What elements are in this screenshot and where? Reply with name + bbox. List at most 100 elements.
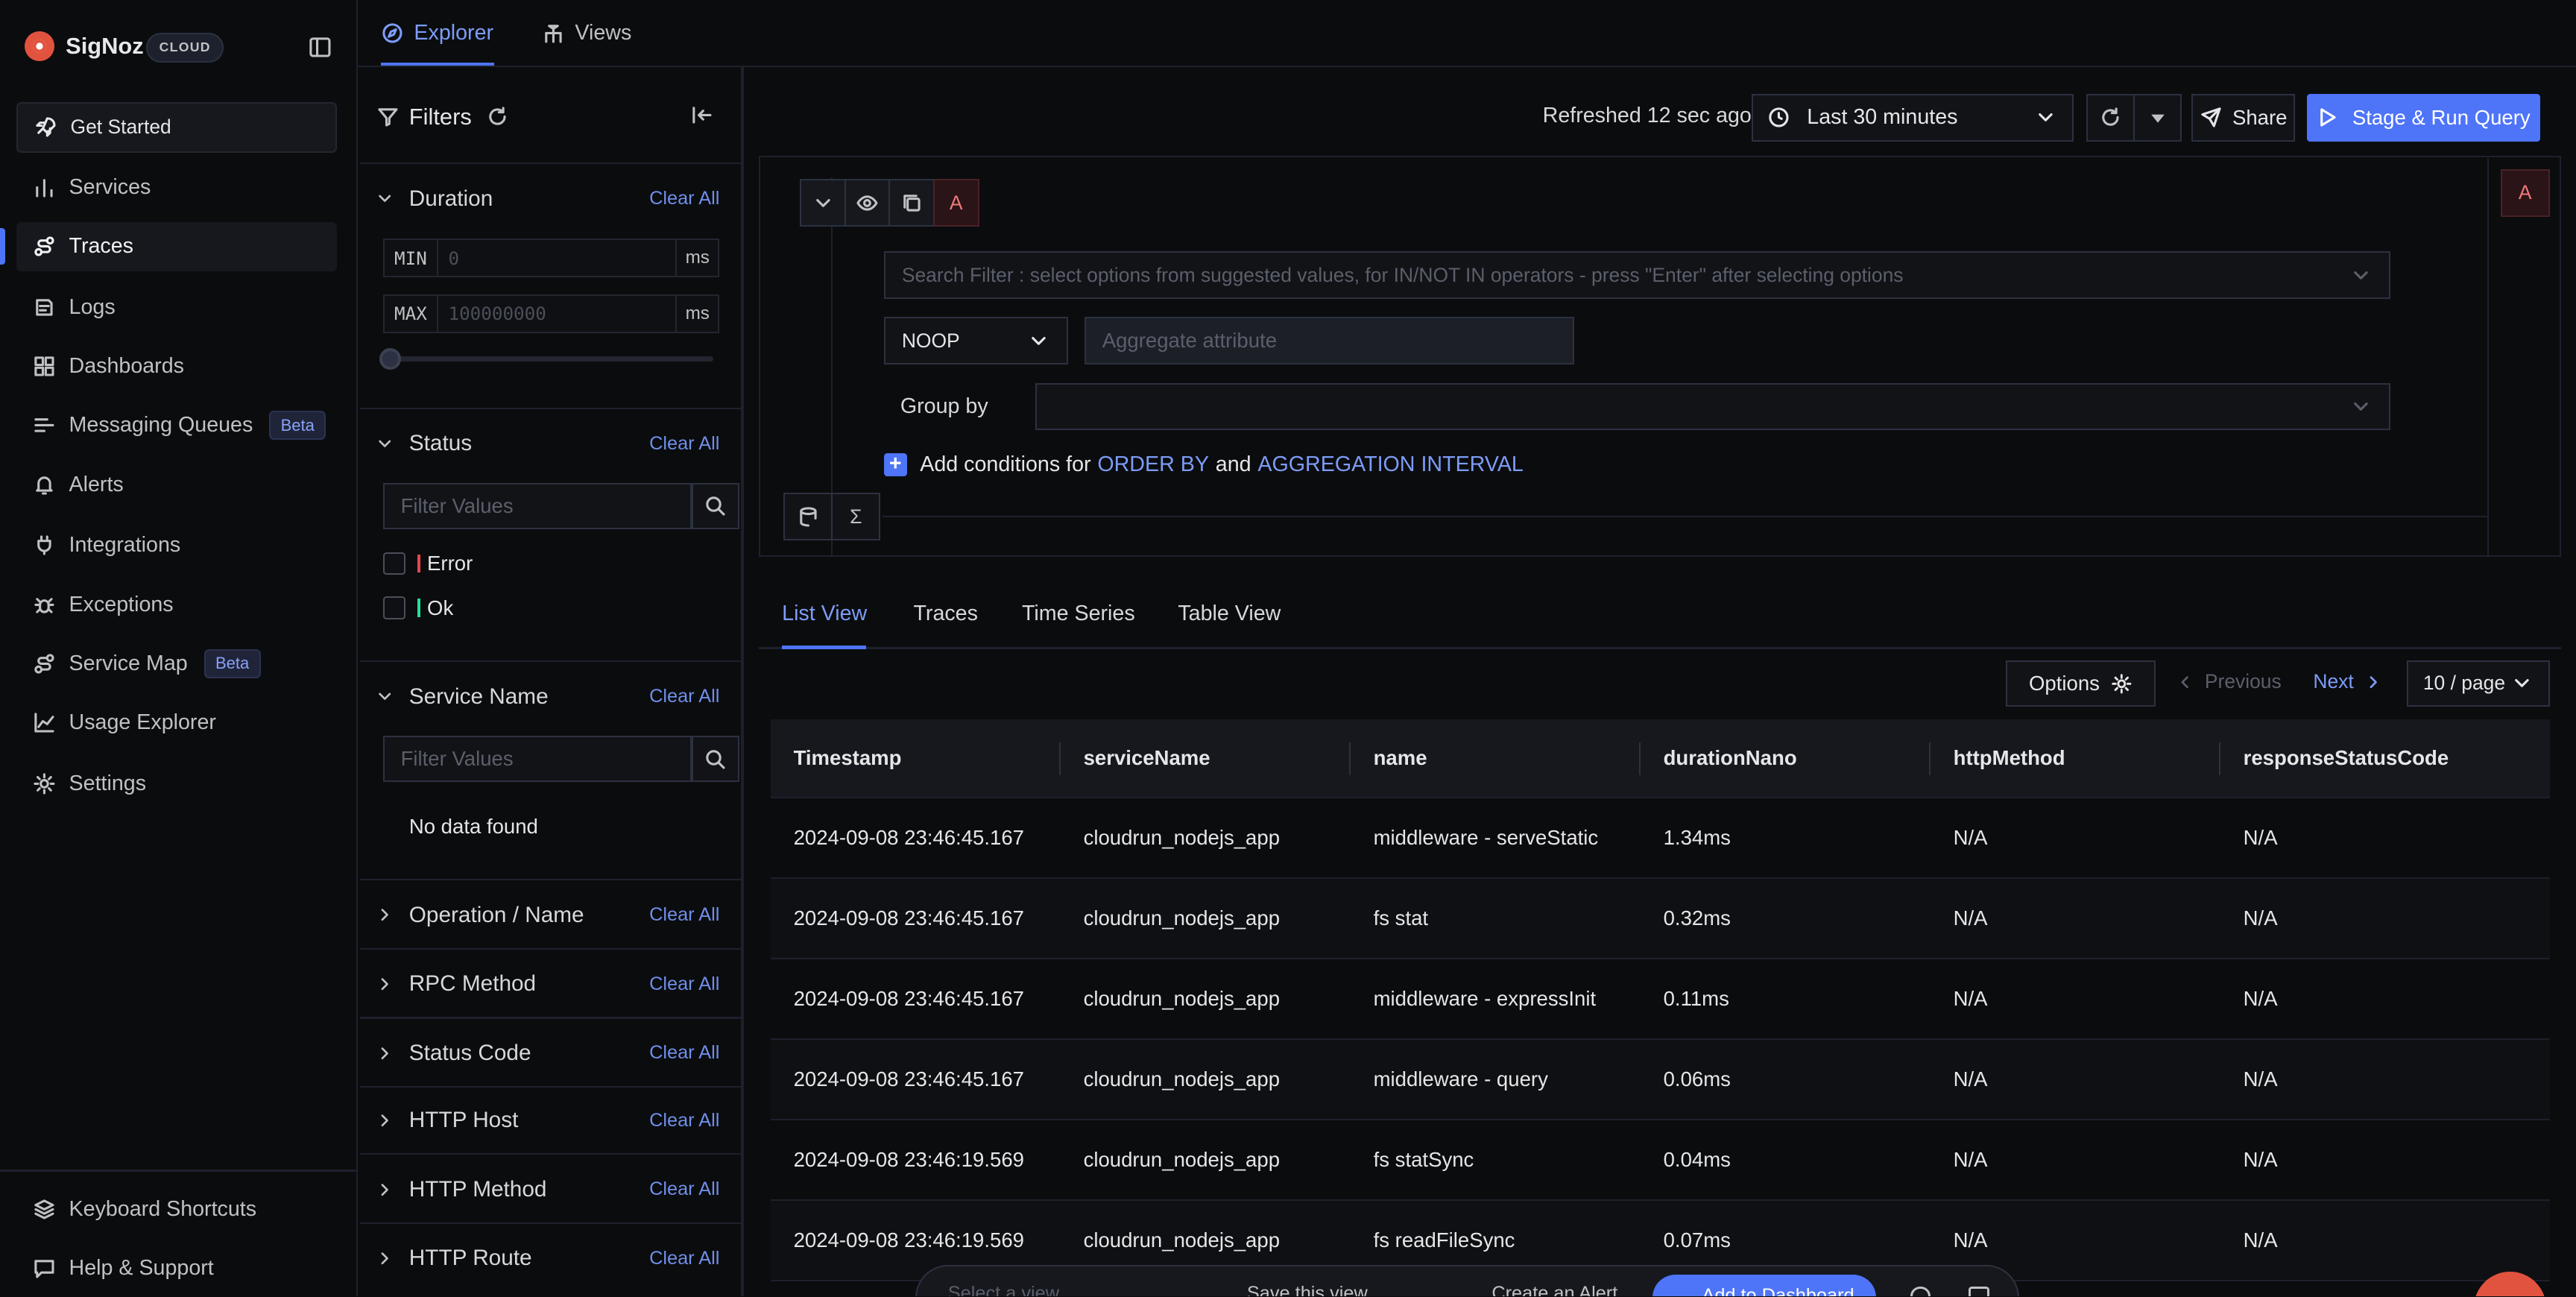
service-filter-input[interactable]: Filter Values (382, 736, 692, 783)
tab-list-view[interactable]: List View (782, 602, 867, 626)
sidebar-item-service-map[interactable]: Service Map Beta (16, 639, 337, 688)
sidebar-item-exceptions[interactable]: Exceptions (16, 580, 337, 629)
sidebar-item-integrations[interactable]: Integrations (16, 521, 337, 570)
tab-table-view[interactable]: Table View (1178, 602, 1281, 626)
sidebar-item-keyboard-shortcuts[interactable]: Keyboard Shortcuts (16, 1184, 337, 1234)
clear-all-link[interactable]: Clear All (649, 1248, 719, 1269)
query-formula-badge[interactable]: A (2500, 169, 2550, 217)
time-range-select[interactable]: Last 30 minutes (1751, 93, 2074, 142)
clear-all-link[interactable]: Clear All (649, 686, 719, 707)
add-query-icon[interactable] (783, 493, 833, 541)
clear-all-link[interactable]: Clear All (649, 188, 719, 209)
clear-all-link[interactable]: Clear All (649, 1110, 719, 1132)
duration-slider-handle[interactable] (379, 348, 401, 370)
table-row[interactable]: 2024-09-08 23:46:45.167 cloudrun_nodejs_… (770, 1040, 2550, 1121)
add-formula-button[interactable]: Σ (831, 493, 881, 541)
options-button[interactable]: Options (2006, 660, 2156, 707)
column-header[interactable]: responseStatusCode (2220, 719, 2510, 797)
column-header[interactable]: httpMethod (1931, 719, 2221, 797)
query-label-badge[interactable]: A (932, 179, 979, 227)
table-row[interactable]: 2024-09-08 23:46:19.569 cloudrun_nodejs_… (770, 1120, 2550, 1202)
search-icon[interactable] (691, 483, 739, 529)
code-icon[interactable] (1968, 1286, 1990, 1297)
clear-all-link[interactable]: Clear All (649, 904, 719, 926)
filter-section-status-code[interactable]: Status Code Clear All (375, 1035, 723, 1071)
tab-views[interactable]: Views (542, 15, 631, 51)
aggregation-interval-link[interactable]: AGGREGATION INTERVAL (1257, 452, 1523, 477)
sidebar-item-settings[interactable]: Settings (16, 759, 337, 808)
eye-icon[interactable] (844, 179, 891, 227)
status-filter-input[interactable]: Filter Values (382, 483, 692, 529)
sidebar-item-logs[interactable]: Logs (16, 283, 337, 332)
sidebar-collapse-icon[interactable] (309, 36, 332, 59)
save-view-label: Save this view (1246, 1283, 1368, 1297)
refresh-icon[interactable] (2088, 95, 2135, 140)
filter-section-http-route[interactable]: HTTP Route Clear All (375, 1240, 723, 1276)
order-by-link[interactable]: ORDER BY (1097, 452, 1209, 477)
filter-section-duration[interactable]: Duration Clear All (375, 180, 723, 216)
duration-slider-track[interactable] (391, 356, 713, 362)
sidebar-item-help-support[interactable]: Help & Support (16, 1244, 337, 1293)
create-alert-button[interactable]: Create an Alert (1456, 1283, 1617, 1296)
clear-all-link[interactable]: Clear All (649, 1042, 719, 1064)
get-started-button[interactable]: Get Started (16, 101, 337, 153)
add-conditions-row[interactable]: + Add conditions for ORDER BY and AGGREG… (883, 452, 1530, 478)
clear-all-link[interactable]: Clear All (649, 973, 719, 995)
clear-all-link[interactable]: Clear All (649, 1178, 719, 1200)
sidebar-item-alerts[interactable]: Alerts (16, 460, 337, 509)
max-input[interactable]: 100000000 (438, 296, 675, 332)
sidebar-item-messaging-queues[interactable]: Messaging Queues Beta (16, 401, 337, 450)
tab-time-series[interactable]: Time Series (1022, 602, 1135, 626)
filter-divider (359, 1222, 743, 1225)
tab-traces[interactable]: Traces (913, 602, 977, 626)
table-cell: middleware - expressInit (1373, 987, 1597, 1011)
status-option-ok[interactable]: Ok (382, 593, 453, 623)
table-row[interactable]: 2024-09-08 23:46:45.167 cloudrun_nodejs_… (770, 959, 2550, 1041)
filter-section-service-name[interactable]: Service Name Clear All (375, 678, 723, 714)
filter-section-operation-name[interactable]: Operation / Name Clear All (375, 897, 723, 932)
filter-section-label: HTTP Route (408, 1246, 532, 1271)
previous-page-button[interactable]: Previous (2175, 670, 2282, 693)
sidebar-item-dashboards[interactable]: Dashboards (16, 341, 337, 391)
caret-down-icon[interactable] (2135, 95, 2180, 140)
duration-min-field[interactable]: MIN 0 ms (382, 238, 720, 278)
min-input[interactable]: 0 (438, 240, 675, 277)
search-icon[interactable] (691, 736, 739, 783)
column-header[interactable]: durationNano (1641, 719, 1931, 797)
next-page-button[interactable]: Next (2313, 670, 2383, 693)
add-to-dashboard-button[interactable]: Add to Dashboard (1652, 1275, 1877, 1297)
collapse-filters-icon[interactable] (690, 104, 713, 127)
share-button[interactable]: Share (2191, 93, 2296, 142)
stage-run-query-button[interactable]: Stage & Run Query (2306, 93, 2540, 142)
status-color-marker (417, 554, 421, 573)
sidebar-item-usage-explorer[interactable]: Usage Explorer (16, 698, 337, 748)
checkbox[interactable] (382, 596, 406, 619)
search-filter-input[interactable]: Search Filter : select options from sugg… (883, 251, 2390, 300)
column-header[interactable]: name (1351, 719, 1641, 797)
tab-explorer[interactable]: Explorer (381, 15, 493, 51)
filter-section-http-host[interactable]: HTTP Host Clear All (375, 1102, 723, 1138)
copy-icon[interactable] (888, 179, 935, 227)
filter-section-http-method[interactable]: HTTP Method Clear All (375, 1172, 723, 1208)
group-by-select[interactable] (1035, 382, 2390, 431)
select-view-dropdown[interactable]: Select a view (948, 1283, 1059, 1296)
clear-all-link[interactable]: Clear All (649, 433, 719, 455)
filter-section-status[interactable]: Status Clear All (375, 426, 723, 461)
sidebar-item-traces[interactable]: Traces (16, 221, 337, 271)
status-option-error[interactable]: Error (382, 549, 473, 578)
aggregate-operator-select[interactable]: NOOP (883, 317, 1068, 365)
column-header[interactable]: Timestamp (771, 719, 1061, 797)
column-header[interactable]: serviceName (1061, 719, 1351, 797)
duration-max-field[interactable]: MAX 100000000 ms (382, 294, 720, 334)
plus-icon[interactable]: + (883, 453, 907, 477)
refresh-filters-icon[interactable] (486, 105, 509, 128)
save-view-button[interactable]: Save this view (1210, 1283, 1368, 1297)
collapse-query-icon[interactable] (800, 179, 847, 227)
page-size-select[interactable]: 10 / page (2407, 660, 2550, 707)
checkbox[interactable] (382, 552, 406, 575)
table-row[interactable]: 2024-09-08 23:46:45.167 cloudrun_nodejs_… (770, 879, 2550, 960)
aggregate-attribute-input[interactable]: Aggregate attribute (1084, 317, 1574, 365)
filter-section-rpc-method[interactable]: RPC Method Clear All (375, 966, 723, 1002)
sidebar-item-services[interactable]: Services (16, 162, 337, 212)
table-row[interactable]: 2024-09-08 23:46:45.167 cloudrun_nodejs_… (770, 798, 2550, 880)
